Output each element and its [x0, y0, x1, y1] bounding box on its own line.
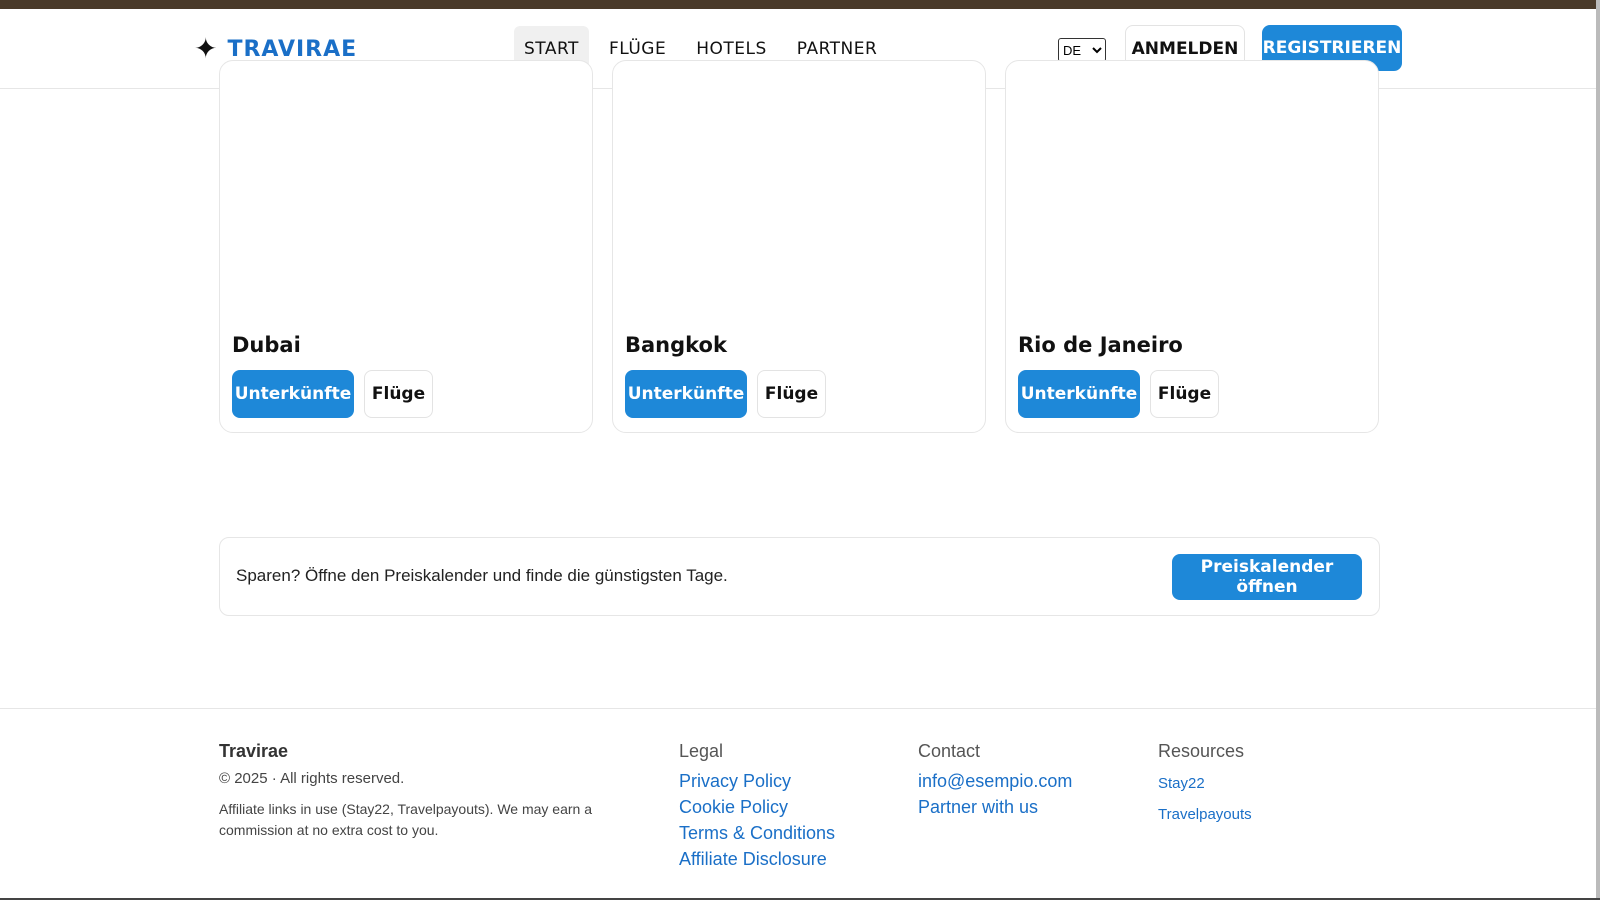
- price-calendar-banner: Sparen? Öffne den Preiskalender und find…: [219, 537, 1380, 616]
- sparkle-star-icon: ✦: [194, 33, 218, 64]
- destination-card-bangkok: Bangkok Unterkünfte Flüge: [612, 60, 986, 433]
- top-strip: [0, 0, 1600, 9]
- destination-card-rio: Rio de Janeiro Unterkünfte Flüge: [1005, 60, 1379, 433]
- footer-legal-column: Legal Privacy Policy Cookie Policy Terms…: [679, 741, 835, 872]
- accommodations-button[interactable]: Unterkünfte: [625, 370, 747, 418]
- destination-title: Rio de Janeiro: [1018, 333, 1183, 357]
- open-price-calendar-button[interactable]: Preiskalender öffnen: [1172, 554, 1362, 600]
- footer-legal-heading: Legal: [679, 741, 724, 761]
- footer-brand: Travirae: [219, 741, 289, 761]
- destination-card-dubai: Dubai Unterkünfte Flüge: [219, 60, 593, 433]
- language-select[interactable]: DE: [1058, 38, 1106, 62]
- site-footer: Travirae © 2025 · All rights reserved. A…: [0, 708, 1600, 900]
- destination-title: Bangkok: [625, 333, 727, 357]
- footer-resources-heading: Resources: [1158, 741, 1245, 761]
- destination-title: Dubai: [232, 333, 301, 357]
- travelpayouts-link[interactable]: Travelpayouts: [1158, 799, 1252, 830]
- footer-contact-heading: Contact: [918, 741, 981, 761]
- contact-email-link[interactable]: info@esempio.com: [918, 768, 1072, 794]
- privacy-policy-link[interactable]: Privacy Policy: [679, 768, 835, 794]
- partner-with-us-link[interactable]: Partner with us: [918, 794, 1072, 820]
- accommodations-button[interactable]: Unterkünfte: [232, 370, 354, 418]
- copyright: © 2025 · All rights reserved.: [219, 770, 405, 787]
- stay22-link[interactable]: Stay22: [1158, 768, 1252, 799]
- affiliate-note: Affiliate links in use (Stay22, Travelpa…: [219, 801, 592, 838]
- flights-button[interactable]: Flüge: [1150, 370, 1219, 418]
- footer-resources-column: Resources Stay22 Travelpayouts: [1158, 741, 1252, 830]
- affiliate-disclosure-link[interactable]: Affiliate Disclosure: [679, 846, 835, 872]
- footer-contact-column: Contact info@esempio.com Partner with us: [918, 741, 1072, 820]
- flights-button[interactable]: Flüge: [364, 370, 433, 418]
- brand-logo-link[interactable]: ✦ TRAVIRAE: [194, 35, 357, 63]
- footer-brand-column: Travirae © 2025 · All rights reserved. A…: [219, 741, 659, 841]
- window-edge: [1596, 0, 1600, 900]
- cookie-policy-link[interactable]: Cookie Policy: [679, 794, 835, 820]
- promo-text: Sparen? Öffne den Preiskalender und find…: [236, 566, 728, 585]
- accommodations-button[interactable]: Unterkünfte: [1018, 370, 1140, 418]
- flights-button[interactable]: Flüge: [757, 370, 826, 418]
- terms-link[interactable]: Terms & Conditions: [679, 820, 835, 846]
- brand-name: TRAVIRAE: [227, 36, 358, 62]
